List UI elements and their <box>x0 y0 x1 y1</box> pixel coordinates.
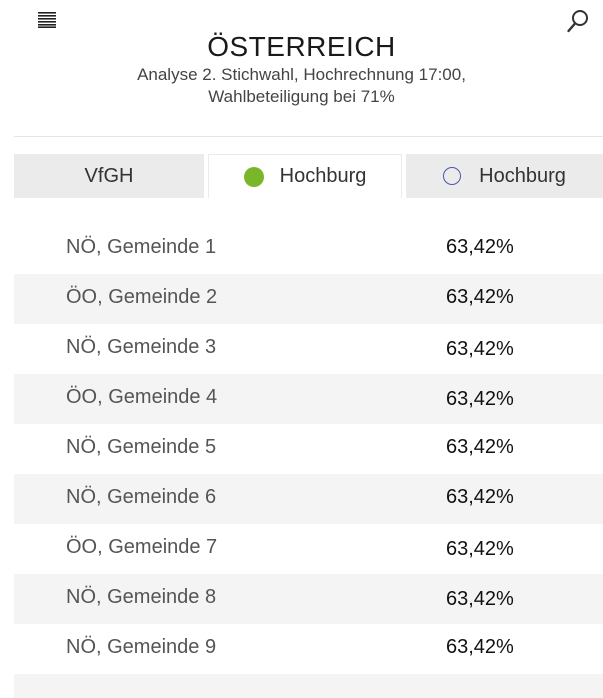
tab-vfgh[interactable]: VfGH <box>14 154 204 198</box>
vote-percentage: 63,42% <box>446 636 514 658</box>
list-item[interactable]: NÖ, Gemeinde 5 63,42% <box>14 424 603 474</box>
list-item[interactable]: ÖO, Gemeinde 7 63,42% <box>14 524 603 574</box>
page-subtitle-line-2: Wahlbeteiligung bei 71% <box>208 87 395 106</box>
list-item[interactable]: NÖ, Gemeinde 9 63,42% <box>14 624 603 674</box>
hamburger-menu-icon <box>38 12 56 28</box>
menu-button[interactable] <box>38 12 56 28</box>
municipality-name: NÖ, Gemeinde 1 <box>66 236 217 258</box>
vote-percentage: 63,42% <box>446 236 514 258</box>
list-item[interactable]: ÖO, Gemeinde 4 63,42% <box>14 374 603 424</box>
list-item[interactable]: NÖ, Gemeinde 3 63,42% <box>14 324 603 374</box>
municipality-name: ÖO, Gemeinde 7 <box>66 536 218 558</box>
list-item[interactable]: NÖ, Gemeinde 8 63,42% <box>14 574 603 624</box>
municipality-name: NÖ, Gemeinde 9 <box>66 636 217 658</box>
list-item[interactable]: NÖ, Gemeinde 1 63,42% <box>14 224 603 274</box>
tab-hochburg-green[interactable]: Hochburg <box>208 154 402 198</box>
results-list: NÖ, Gemeinde 1 63,42% ÖO, Gemeinde 2 63,… <box>14 224 603 698</box>
filled-circle-icon <box>243 166 264 187</box>
header-divider <box>14 136 603 137</box>
municipality-name: NÖ, Gemeinde 3 <box>66 336 217 358</box>
municipality-name: ÖO, Gemeinde 2 <box>66 286 218 308</box>
tab-hochburg-blue-label: Hochburg <box>479 164 566 187</box>
vote-percentage: 63,42% <box>446 588 514 610</box>
page-header: ÖSTERREICH Analyse 2. Stichwahl, Hochrec… <box>0 30 603 108</box>
tab-hochburg-blue[interactable]: Hochburg <box>406 154 603 198</box>
vote-percentage: 63,42% <box>446 338 514 360</box>
outline-circle-icon <box>443 167 462 185</box>
municipality-name: NÖ, Gemeinde 8 <box>66 586 217 608</box>
municipality-name: NÖ, Gemeinde 6 <box>66 486 217 508</box>
vote-percentage: 63,42% <box>446 486 514 508</box>
page-subtitle-line-1: Analyse 2. Stichwahl, Hochrechnung 17:00… <box>137 65 466 84</box>
page-title: ÖSTERREICH <box>207 31 396 62</box>
municipality-name: NÖ, Gemeinde 5 <box>66 436 217 458</box>
vote-percentage: 63,42% <box>446 286 514 308</box>
tab-bar: VfGH Hochburg Hochburg <box>14 154 603 198</box>
municipality-name: ÖO, Gemeinde 4 <box>66 386 218 408</box>
list-item[interactable]: ÖO, Gemeinde 2 63,42% <box>14 274 603 324</box>
list-item[interactable]: NÖ, Gemeinde 6 63,42% <box>14 474 603 524</box>
tab-hochburg-green-label: Hochburg <box>279 165 367 187</box>
vote-percentage: 63,42% <box>446 436 514 458</box>
vote-percentage: 63,42% <box>446 388 514 410</box>
list-footer-stripe <box>14 674 603 698</box>
tab-vfgh-label: VfGH <box>84 164 134 187</box>
vote-percentage: 63,42% <box>446 538 514 560</box>
